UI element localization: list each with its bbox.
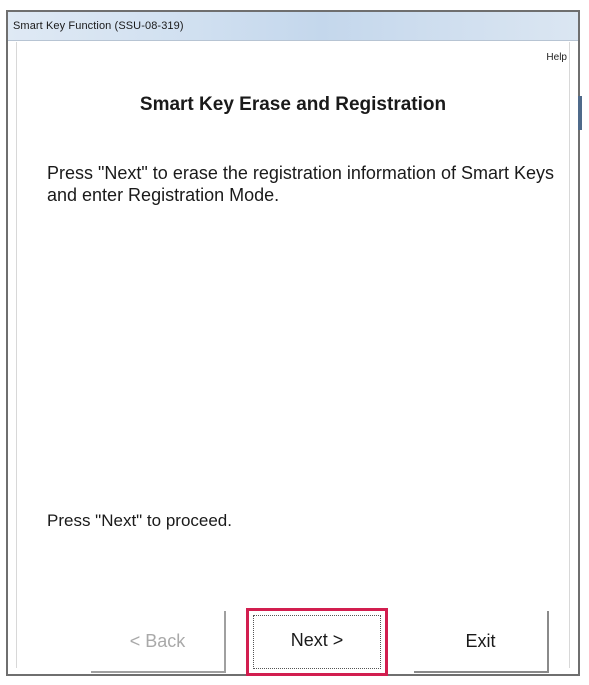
help-link[interactable]: Help xyxy=(546,52,567,63)
instruction-message: Press "Next" to erase the registration i… xyxy=(47,163,554,205)
back-button-label: < Back xyxy=(129,631,186,651)
dialog-content: Help Smart Key Erase and Registration Pr… xyxy=(16,42,570,676)
title-bar[interactable]: Smart Key Function (SSU-08-319) xyxy=(8,12,578,41)
smart-key-function-window: Smart Key Function (SSU-08-319) Help Sma… xyxy=(6,10,582,676)
exit-button[interactable]: Exit xyxy=(414,611,549,673)
next-button[interactable]: Next > xyxy=(246,608,388,676)
page-title: Smart Key Erase and Registration xyxy=(139,94,447,115)
proceed-instruction: Press "Next" to proceed. xyxy=(47,511,232,530)
back-button[interactable]: < Back xyxy=(91,611,226,673)
focus-indicator xyxy=(253,615,381,669)
window-title: Smart Key Function (SSU-08-319) xyxy=(13,20,184,32)
exit-button-label: Exit xyxy=(465,631,496,651)
window-edge-marker xyxy=(578,96,582,130)
